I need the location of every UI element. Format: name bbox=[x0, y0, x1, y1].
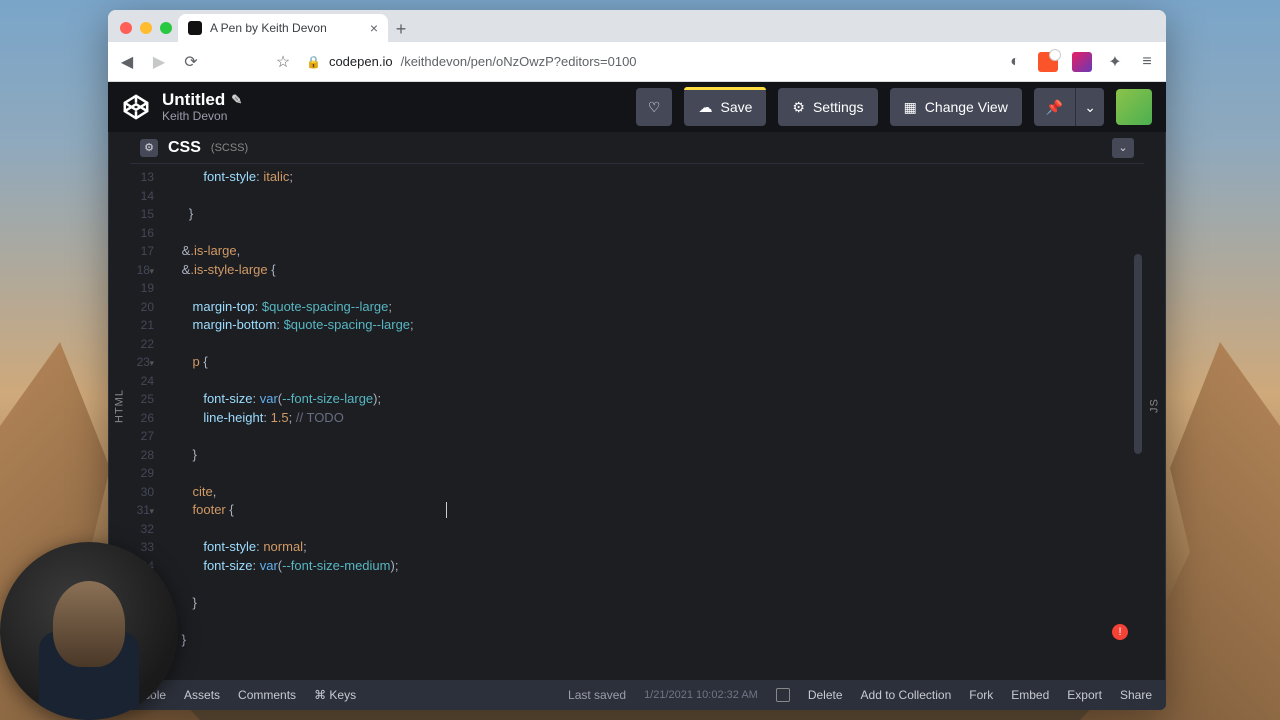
user-avatar[interactable] bbox=[1116, 89, 1152, 125]
code-area[interactable]: 131415161718 ▾1920212223 ▾24252627282930… bbox=[130, 164, 1144, 680]
webcam-overlay bbox=[0, 542, 178, 720]
pin-button[interactable]: 📌 bbox=[1034, 88, 1075, 126]
export-button[interactable]: Export bbox=[1067, 688, 1102, 702]
save-label: Save bbox=[720, 99, 752, 115]
pen-title[interactable]: Untitled bbox=[162, 91, 225, 110]
edit-title-icon[interactable]: ✎ bbox=[231, 93, 242, 107]
url-path: /keithdevon/pen/oNzOwzP?editors=0100 bbox=[401, 54, 637, 69]
minimize-window-icon[interactable] bbox=[140, 22, 152, 34]
url-field[interactable]: 🔒 codepen.io/keithdevon/pen/oNzOwzP?edit… bbox=[306, 54, 992, 69]
pin-dropdown-button[interactable]: ⌄ bbox=[1075, 88, 1104, 126]
pen-author[interactable]: Keith Devon bbox=[162, 110, 242, 123]
embed-button[interactable]: Embed bbox=[1011, 688, 1049, 702]
new-tab-button[interactable]: + bbox=[388, 16, 414, 42]
assets-button[interactable]: Assets bbox=[184, 688, 220, 702]
bookmark-icon[interactable]: ☆ bbox=[274, 53, 292, 71]
panel-menu-icon[interactable]: ⌄ bbox=[1112, 138, 1134, 158]
browser-window: A Pen by Keith Devon × + ◀ ▶ ⟳ ☆ 🔒 codep… bbox=[108, 10, 1166, 710]
translate-icon[interactable]: ◐ bbox=[1006, 53, 1024, 71]
text-cursor bbox=[446, 502, 447, 518]
last-saved-time: 1/21/2021 10:02:32 AM bbox=[644, 689, 758, 701]
codepen-app: Untitled ✎ Keith Devon ♡ ☁ Save ⚙ Settin… bbox=[108, 82, 1166, 710]
codepen-footer: Console Assets Comments ⌘ Keys Last save… bbox=[108, 680, 1166, 710]
close-window-icon[interactable] bbox=[120, 22, 132, 34]
extension-triangle-icon[interactable] bbox=[1072, 52, 1092, 72]
address-bar: ◀ ▶ ⟳ ☆ 🔒 codepen.io/keithdevon/pen/oNzO… bbox=[108, 42, 1166, 82]
url-host: codepen.io bbox=[329, 54, 393, 69]
extensions-icon[interactable]: ✦ bbox=[1106, 53, 1124, 71]
chevron-down-icon: ⌄ bbox=[1084, 99, 1096, 116]
maximize-window-icon[interactable] bbox=[160, 22, 172, 34]
last-saved-label: Last saved bbox=[568, 688, 626, 702]
browser-menu-icon[interactable]: ≡ bbox=[1138, 53, 1156, 71]
change-view-button[interactable]: ▦ Change View bbox=[890, 88, 1022, 126]
error-badge-icon[interactable]: ! bbox=[1112, 624, 1128, 640]
heart-icon: ♡ bbox=[648, 99, 661, 116]
layout-icon: ▦ bbox=[904, 99, 917, 116]
change-view-label: Change View bbox=[925, 99, 1008, 115]
browser-tab[interactable]: A Pen by Keith Devon × bbox=[178, 14, 388, 42]
favicon-icon bbox=[188, 21, 202, 35]
add-collection-button[interactable]: Add to Collection bbox=[861, 688, 952, 702]
editor-workspace: HTML ⚙ CSS (SCSS) ⌄ 131415161718 ▾192021… bbox=[108, 132, 1166, 680]
panel-lang: CSS bbox=[168, 139, 201, 157]
delete-button[interactable]: Delete bbox=[808, 688, 843, 702]
tab-close-icon[interactable]: × bbox=[370, 20, 378, 36]
pin-icon: 📌 bbox=[1046, 99, 1063, 116]
codepen-logo-icon[interactable] bbox=[122, 93, 150, 121]
code-text[interactable]: font-style: italic; } &.is-large, &.is-s… bbox=[160, 164, 1144, 680]
panel-settings-icon[interactable]: ⚙ bbox=[140, 139, 158, 157]
nav-back-icon[interactable]: ◀ bbox=[118, 53, 136, 71]
keys-button[interactable]: ⌘ Keys bbox=[314, 688, 356, 702]
panel-sublang: (SCSS) bbox=[211, 142, 248, 154]
settings-label: Settings bbox=[813, 99, 864, 115]
fork-button[interactable]: Fork bbox=[969, 688, 993, 702]
codepen-header: Untitled ✎ Keith Devon ♡ ☁ Save ⚙ Settin… bbox=[108, 82, 1166, 132]
settings-button[interactable]: ⚙ Settings bbox=[778, 88, 877, 126]
pen-title-block: Untitled ✎ Keith Devon bbox=[162, 91, 242, 123]
save-button[interactable]: ☁ Save bbox=[684, 88, 766, 126]
popout-icon[interactable] bbox=[776, 688, 790, 702]
cloud-icon: ☁ bbox=[698, 99, 712, 116]
tab-title: A Pen by Keith Devon bbox=[210, 21, 327, 35]
heart-button[interactable]: ♡ bbox=[636, 88, 673, 126]
extension-shield-icon[interactable] bbox=[1038, 52, 1058, 72]
lock-icon: 🔒 bbox=[306, 55, 321, 69]
css-editor-panel: ⚙ CSS (SCSS) ⌄ 131415161718 ▾1920212223 … bbox=[130, 132, 1144, 680]
js-panel-rail[interactable]: JS bbox=[1144, 132, 1166, 680]
nav-forward-icon: ▶ bbox=[150, 53, 168, 71]
gear-icon: ⚙ bbox=[792, 99, 805, 116]
tab-strip: A Pen by Keith Devon × + bbox=[108, 10, 1166, 42]
vertical-scrollbar[interactable] bbox=[1134, 254, 1142, 454]
comments-button[interactable]: Comments bbox=[238, 688, 296, 702]
css-panel-header: ⚙ CSS (SCSS) ⌄ bbox=[130, 132, 1144, 164]
share-button[interactable]: Share bbox=[1120, 688, 1152, 702]
window-controls bbox=[116, 22, 178, 42]
reload-icon[interactable]: ⟳ bbox=[182, 53, 200, 71]
